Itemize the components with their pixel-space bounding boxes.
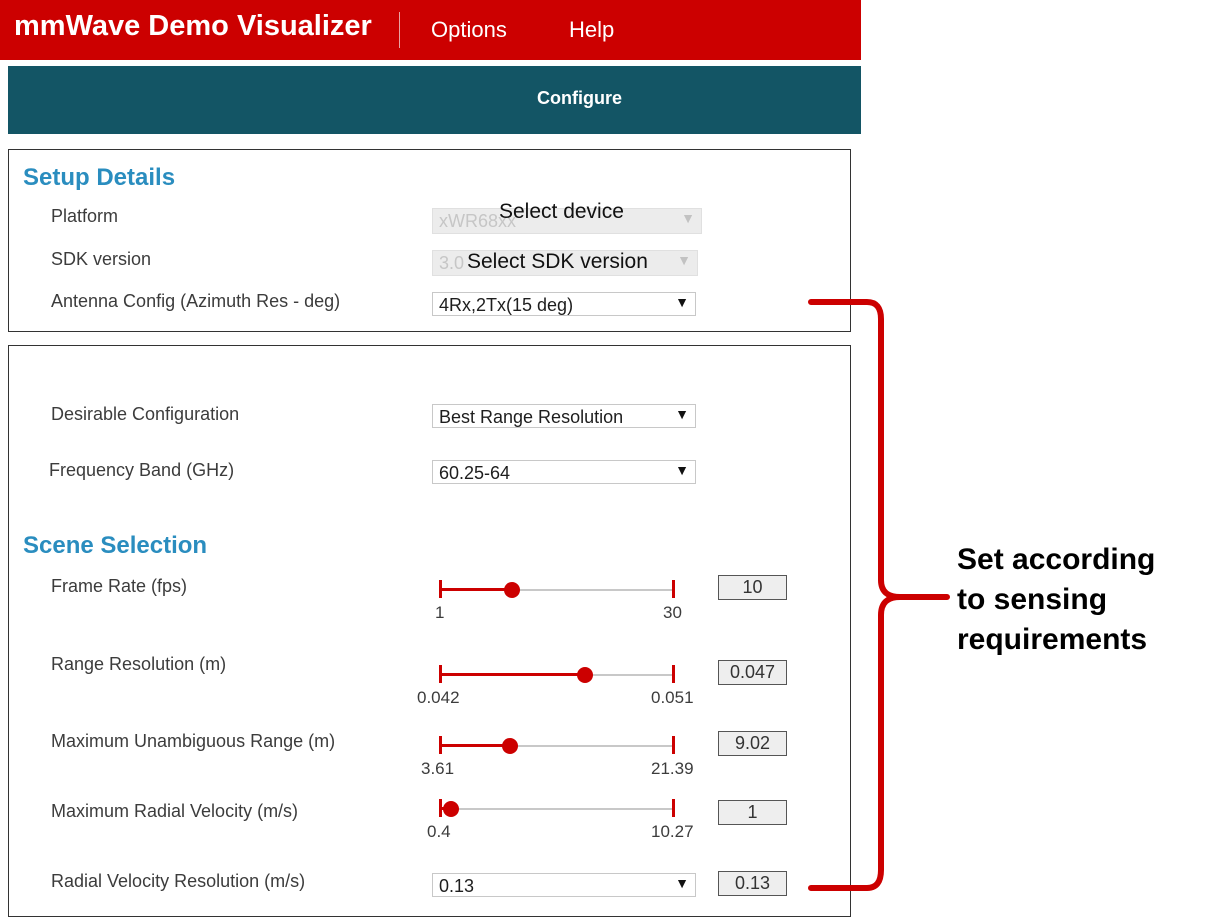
frequency-band-select[interactable]: 60.25-64 ▼	[432, 460, 696, 484]
range-resolution-slider[interactable]	[439, 664, 675, 686]
chevron-down-icon: ▼	[675, 462, 689, 478]
velocity-resolution-value: 0.13	[439, 876, 475, 896]
frame-rate-min: 1	[435, 603, 445, 622]
frame-rate-label: Frame Rate (fps)	[51, 576, 188, 596]
slider-min-cap	[439, 665, 442, 683]
platform-value: xWR68xx	[439, 211, 517, 231]
annotation-line: Set according	[957, 543, 1156, 576]
chevron-down-icon: ▼	[677, 252, 691, 268]
sdk-version-select[interactable]: 3.0 ▼	[432, 250, 698, 276]
slider-min-cap	[439, 799, 442, 817]
max-range-slider[interactable]	[439, 735, 675, 757]
frequency-band-value: 60.25-64	[439, 463, 511, 483]
platform-select[interactable]: xWR68xx ▼	[432, 208, 702, 234]
app-title: mmWave Demo Visualizer	[14, 10, 372, 42]
annotation-line: requirements	[957, 623, 1148, 656]
slider-fill	[439, 588, 512, 591]
slider-max-cap	[672, 736, 675, 754]
tab-configure[interactable]: Configure	[537, 88, 622, 109]
slider-max-cap	[672, 799, 675, 817]
max-velocity-label: Maximum Radial Velocity (m/s)	[51, 801, 299, 821]
frame-rate-max: 30	[663, 603, 682, 622]
max-range-max: 21.39	[651, 759, 694, 778]
setup-details-panel: Setup Details Platform xWR68xx ▼ Select …	[8, 149, 851, 332]
slider-thumb[interactable]	[577, 667, 593, 683]
desirable-config-select[interactable]: Best Range Resolution ▼	[432, 404, 696, 428]
desirable-config-label: Desirable Configuration	[51, 404, 240, 424]
chevron-down-icon: ▼	[675, 875, 689, 891]
tab-bar: Configure	[8, 66, 861, 134]
slider-max-cap	[672, 665, 675, 683]
sdk-version-label: SDK version	[51, 249, 152, 269]
antenna-config-value: 4Rx,2Tx(15 deg)	[439, 295, 574, 315]
frequency-band-label: Frequency Band (GHz)	[49, 460, 235, 480]
desirable-config-value: Best Range Resolution	[439, 407, 624, 427]
slider-thumb[interactable]	[502, 738, 518, 754]
slider-thumb[interactable]	[443, 801, 459, 817]
menu-options[interactable]: Options	[431, 17, 507, 43]
sdk-version-value: 3.0	[439, 253, 465, 273]
max-range-min: 3.61	[421, 759, 455, 778]
chevron-down-icon: ▼	[675, 406, 689, 422]
annotation-bracket	[808, 299, 950, 891]
menu-help[interactable]: Help	[569, 17, 614, 43]
max-range-label: Maximum Unambiguous Range (m)	[51, 731, 336, 751]
max-velocity-value-box[interactable]: 1	[718, 800, 787, 825]
velocity-resolution-select[interactable]: 0.13 ▼	[432, 873, 696, 897]
frame-rate-slider[interactable]	[439, 579, 675, 601]
slider-track	[439, 808, 675, 810]
max-range-value-box[interactable]: 9.02	[718, 731, 787, 756]
antenna-config-select[interactable]: 4Rx,2Tx(15 deg) ▼	[432, 292, 696, 316]
slider-fill	[439, 744, 510, 747]
configuration-panel: Desirable Configuration Best Range Resol…	[8, 345, 851, 917]
slider-min-cap	[439, 736, 442, 754]
max-velocity-max: 10.27	[651, 822, 694, 841]
setup-details-title: Setup Details	[23, 164, 176, 191]
slider-max-cap	[672, 580, 675, 598]
range-resolution-value-box[interactable]: 0.047	[718, 660, 787, 685]
platform-label: Platform	[51, 206, 119, 226]
chevron-down-icon: ▼	[675, 294, 689, 310]
range-resolution-max: 0.051	[651, 688, 694, 707]
annotation-line: to sensing	[957, 583, 1108, 616]
range-resolution-label: Range Resolution (m)	[51, 654, 227, 674]
slider-min-cap	[439, 580, 442, 598]
chevron-down-icon: ▼	[681, 210, 695, 226]
max-velocity-slider[interactable]	[439, 798, 675, 820]
annotation-text: Set according to sensing requirements	[957, 540, 1155, 660]
frame-rate-value-box[interactable]: 10	[718, 575, 787, 600]
slider-fill	[439, 673, 585, 676]
range-resolution-min: 0.042	[417, 688, 460, 707]
top-bar: mmWave Demo Visualizer Options Help	[0, 0, 861, 60]
velocity-resolution-label: Radial Velocity Resolution (m/s)	[51, 871, 306, 891]
title-divider	[399, 12, 400, 48]
scene-selection-title: Scene Selection	[23, 532, 208, 559]
slider-thumb[interactable]	[504, 582, 520, 598]
max-velocity-min: 0.4	[427, 822, 451, 841]
velocity-resolution-value-box[interactable]: 0.13	[718, 871, 787, 896]
antenna-config-label: Antenna Config (Azimuth Res - deg)	[51, 291, 341, 311]
